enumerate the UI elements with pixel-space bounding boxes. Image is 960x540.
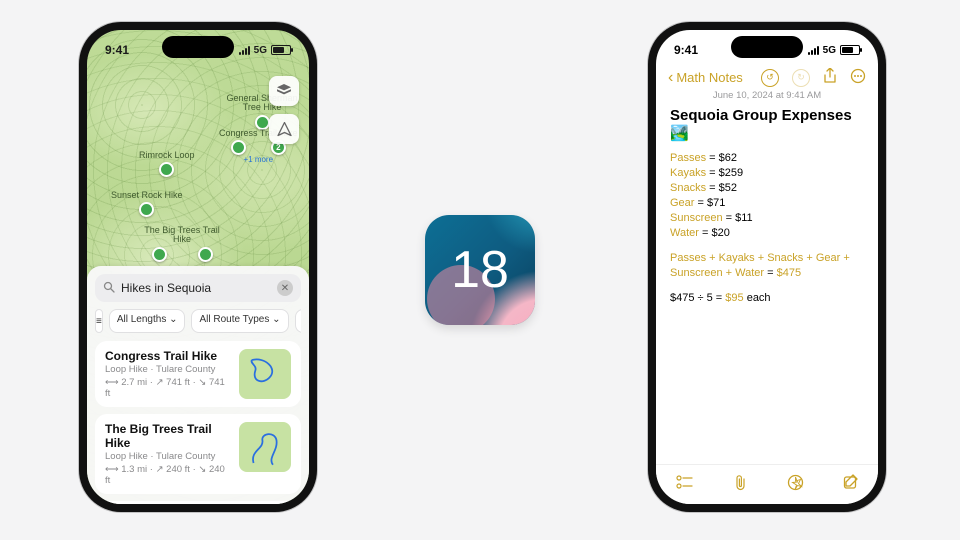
signal-icon bbox=[239, 45, 250, 55]
layers-button[interactable] bbox=[269, 76, 299, 106]
result-stats: ⟷ 2.7 mi · ↗ 741 ft · ↘ 741 ft bbox=[105, 377, 231, 399]
status-time: 9:41 bbox=[105, 43, 129, 57]
battery-icon bbox=[271, 45, 291, 55]
math-val: $20 bbox=[711, 227, 729, 239]
result-name: Congress Trail Hike bbox=[105, 349, 231, 363]
math-expr[interactable]: Sunscreen + Water bbox=[670, 267, 764, 279]
phone-notes: 9:41 5G ‹ Math Notes ↺ ↻ bbox=[648, 22, 886, 512]
hike-pin-icon[interactable] bbox=[231, 140, 246, 155]
math-val: $259 bbox=[719, 167, 743, 179]
share-button[interactable] bbox=[823, 68, 837, 87]
navigate-icon bbox=[277, 122, 292, 137]
math-var[interactable]: Passes bbox=[670, 152, 706, 164]
note-title: Sequoia Group Expenses 🏞️ bbox=[670, 107, 864, 142]
phone-maps: 9:41 5G General Sherman Tree Hike Congre… bbox=[79, 22, 317, 512]
status-net: 5G bbox=[254, 45, 267, 56]
draw-button[interactable] bbox=[787, 474, 804, 496]
result-stats: ⟷ 1.3 mi · ↗ 240 ft · ↘ 240 ft bbox=[105, 464, 231, 486]
status-net: 5G bbox=[823, 45, 836, 56]
clear-search-button[interactable]: ✕ bbox=[277, 280, 293, 296]
navigate-button[interactable] bbox=[269, 114, 299, 144]
hike-pin-icon[interactable] bbox=[139, 202, 154, 217]
math-var[interactable]: Gear bbox=[670, 197, 694, 209]
attach-button[interactable] bbox=[733, 474, 748, 496]
checklist-button[interactable] bbox=[676, 475, 694, 494]
more-button[interactable] bbox=[850, 68, 866, 87]
notes-toolbar bbox=[656, 464, 878, 504]
hike-result[interactable]: Crescent Meadow Hike bbox=[95, 501, 301, 504]
signal-icon bbox=[808, 45, 819, 55]
back-button[interactable]: ‹ Math Notes bbox=[668, 69, 743, 87]
search-query: Hikes in Sequoia bbox=[121, 281, 271, 295]
route-thumb bbox=[239, 349, 291, 399]
poi-label: Sunset Rock Hike bbox=[111, 191, 183, 200]
math-val: $11 bbox=[735, 212, 753, 224]
redo-button[interactable]: ↻ bbox=[792, 69, 810, 87]
hike-pin-icon[interactable] bbox=[198, 247, 213, 262]
math-var[interactable]: Kayaks bbox=[670, 167, 706, 179]
hike-result[interactable]: The Big Trees Trail Hike Loop Hike · Tul… bbox=[95, 414, 301, 494]
chevron-left-icon: ‹ bbox=[668, 69, 673, 87]
result-sub: Loop Hike · Tulare County bbox=[105, 451, 231, 462]
status-time: 9:41 bbox=[674, 43, 698, 57]
math-val: $62 bbox=[719, 152, 737, 164]
math-result: $475 bbox=[777, 267, 801, 279]
math-result: $95 bbox=[725, 292, 743, 304]
ios-version-badge: 18 bbox=[425, 215, 535, 325]
route-thumb bbox=[239, 422, 291, 472]
math-val: $71 bbox=[707, 197, 725, 209]
search-sheet: Hikes in Sequoia ✕ ≡ All Lengths ⌄ All R… bbox=[87, 266, 309, 504]
version-number: 18 bbox=[451, 241, 509, 299]
math-expr[interactable]: $475 ÷ 5 = bbox=[670, 292, 725, 304]
poi-more[interactable]: +1 more bbox=[219, 155, 298, 164]
battery-icon bbox=[840, 45, 860, 55]
undo-button[interactable]: ↺ bbox=[761, 69, 779, 87]
math-var[interactable]: Snacks bbox=[670, 182, 706, 194]
search-field[interactable]: Hikes in Sequoia ✕ bbox=[95, 274, 301, 302]
poi-label: The Big Trees Trail Hike bbox=[137, 226, 227, 245]
math-val: $52 bbox=[719, 182, 737, 194]
result-name: The Big Trees Trail Hike bbox=[105, 422, 231, 450]
result-sub: Loop Hike · Tulare County bbox=[105, 364, 231, 375]
note-date: June 10, 2024 at 9:41 AM bbox=[670, 90, 864, 101]
hike-pin-icon[interactable] bbox=[152, 247, 167, 262]
hike-pin-icon[interactable] bbox=[159, 162, 174, 177]
filter-button[interactable]: ≡ bbox=[95, 309, 103, 333]
poi-label: Rimrock Loop bbox=[139, 151, 195, 160]
hike-result[interactable]: Congress Trail Hike Loop Hike · Tulare C… bbox=[95, 341, 301, 407]
layers-icon bbox=[276, 83, 292, 99]
filter-chip[interactable]: All Lengths ⌄ bbox=[109, 309, 186, 333]
folder-name: Math Notes bbox=[676, 70, 742, 85]
filter-chip[interactable]: All Route Types ⌄ bbox=[191, 309, 288, 333]
search-icon bbox=[103, 281, 115, 296]
math-var[interactable]: Sunscreen bbox=[670, 212, 723, 224]
compose-button[interactable] bbox=[843, 474, 859, 495]
math-var[interactable]: Water bbox=[670, 227, 699, 239]
filter-chip[interactable]: All Elev bbox=[295, 309, 302, 333]
filter-row: ≡ All Lengths ⌄ All Route Types ⌄ All El… bbox=[95, 309, 301, 333]
math-expr[interactable]: Passes + Kayaks + Snacks + Gear + bbox=[670, 252, 850, 264]
